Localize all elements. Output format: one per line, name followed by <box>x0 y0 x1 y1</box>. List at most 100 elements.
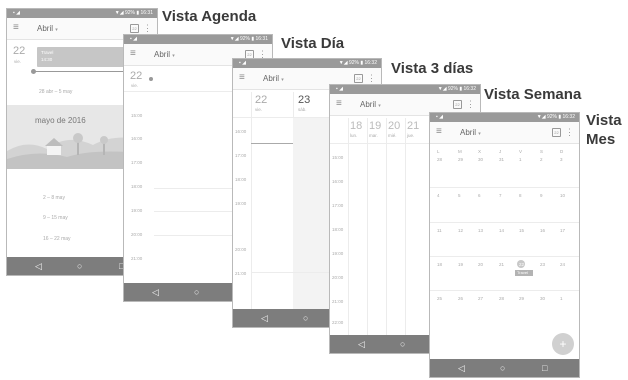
month-selector[interactable]: Abril ▾ <box>154 50 175 61</box>
day-cell[interactable]: 1 <box>519 157 522 162</box>
menu-icon[interactable]: ≡ <box>13 23 19 33</box>
add-event-button[interactable]: + <box>552 333 574 355</box>
label-day-view: Vista Día <box>281 35 345 52</box>
day-cell[interactable]: 18 <box>437 262 442 267</box>
day-cell[interactable]: 11 <box>437 228 442 233</box>
month-selector[interactable]: Abril ▾ <box>263 74 284 85</box>
agenda-week[interactable]: 16 – 22 may <box>43 236 71 242</box>
column-divider <box>386 118 387 335</box>
day-cell[interactable]: 21 <box>499 262 504 267</box>
recents-icon[interactable]: □ <box>542 362 547 374</box>
day-cell-today[interactable]: 22 <box>519 262 524 267</box>
home-icon[interactable]: ○ <box>303 312 308 324</box>
week-divider <box>430 187 579 188</box>
day-cell[interactable]: 16 <box>540 228 545 233</box>
day-header-number[interactable]: 20 <box>388 120 400 132</box>
more-options-icon[interactable]: ⋮ <box>466 99 475 109</box>
day-header-number[interactable]: 23 <box>298 94 310 106</box>
more-options-icon[interactable]: ⋮ <box>143 23 152 33</box>
month-event-chip[interactable]: Travel <box>515 270 533 276</box>
day-cell[interactable]: 24 <box>560 262 565 267</box>
day-cell[interactable]: 25 <box>437 296 442 301</box>
day-cell[interactable]: 9 <box>540 193 543 198</box>
day-cell[interactable]: 17 <box>560 228 565 233</box>
back-icon[interactable]: ◁ <box>261 312 268 324</box>
home-icon[interactable]: ○ <box>500 362 505 374</box>
column-divider <box>367 118 368 335</box>
agenda-item[interactable]: 28 abr – 5 may <box>39 89 72 95</box>
day-header-number[interactable]: 19 <box>369 120 381 132</box>
more-options-icon[interactable]: ⋮ <box>367 73 376 83</box>
day-cell[interactable]: 1 <box>560 296 563 301</box>
day-cell[interactable]: 28 <box>499 296 504 301</box>
calendar-today-icon[interactable]: 22 <box>552 128 561 137</box>
day-cell[interactable]: 23 <box>540 262 545 267</box>
day-date-dow: vie. <box>131 83 139 88</box>
agenda-week[interactable]: 9 – 15 may <box>43 215 68 221</box>
back-icon[interactable]: ◁ <box>35 260 42 272</box>
time-label: 21:00 <box>332 299 344 304</box>
time-label: 19:00 <box>131 208 143 213</box>
day-header-dow: jue. <box>407 133 415 138</box>
chevron-down-icon: ▾ <box>55 27 58 33</box>
week-divider <box>430 222 579 223</box>
home-icon[interactable]: ○ <box>400 338 405 350</box>
calendar-today-icon[interactable]: 22 <box>354 74 363 83</box>
day-cell[interactable]: 8 <box>519 193 522 198</box>
day-header-number[interactable]: 18 <box>350 120 362 132</box>
menu-icon[interactable]: ≡ <box>436 127 442 137</box>
day-cell[interactable]: 29 <box>519 296 524 301</box>
time-label: 20:00 <box>131 232 143 237</box>
day-cell[interactable]: 5 <box>458 193 461 198</box>
month-selector[interactable]: Abril ▾ <box>360 100 381 111</box>
menu-icon[interactable]: ≡ <box>130 49 136 59</box>
now-indicator-line <box>251 143 293 144</box>
time-label: 17:00 <box>332 203 344 208</box>
day-cell[interactable]: 14 <box>499 228 504 233</box>
day-cell[interactable]: 29 <box>458 157 463 162</box>
month-selector[interactable]: Abril ▾ <box>460 128 481 139</box>
chevron-down-icon: ▾ <box>281 77 284 83</box>
day-header-number[interactable]: 21 <box>407 120 419 132</box>
day-cell[interactable]: 13 <box>478 228 483 233</box>
day-cell[interactable]: 30 <box>540 296 545 301</box>
more-options-icon[interactable]: ⋮ <box>565 127 574 137</box>
label-month-view-line2: Mes <box>586 131 616 148</box>
day-cell[interactable]: 15 <box>519 228 524 233</box>
status-bar: ▪ ◢ ▼◢ 92% ▮ 16:31 <box>124 35 272 44</box>
home-icon[interactable]: ○ <box>77 260 82 272</box>
calendar-today-icon[interactable]: 22 <box>453 100 462 109</box>
column-divider <box>251 92 252 309</box>
day-cell[interactable]: 6 <box>478 193 481 198</box>
phone-month-view: ▪ ◢ ▼◢ 92% ▮ 16:32 ≡ Abril ▾ 22 ⋮ L M X … <box>429 112 580 378</box>
month-selector[interactable]: Abril ▾ <box>37 24 58 35</box>
day-cell[interactable]: 19 <box>458 262 463 267</box>
day-cell[interactable]: 26 <box>458 296 463 301</box>
day-header-dow: vie. <box>255 107 263 112</box>
day-cell[interactable]: 28 <box>437 157 442 162</box>
day-cell[interactable]: 2 <box>540 157 543 162</box>
calendar-today-icon[interactable]: 22 <box>130 24 139 33</box>
day-cell[interactable]: 20 <box>478 262 483 267</box>
day-cell[interactable]: 27 <box>478 296 483 301</box>
back-icon[interactable]: ◁ <box>458 362 465 374</box>
agenda-week[interactable]: 2 – 8 may <box>43 195 65 201</box>
day-date-number: 22 <box>130 70 143 82</box>
day-header-number[interactable]: 22 <box>255 94 267 106</box>
agenda-date-dow: vie. <box>14 59 22 64</box>
day-cell[interactable]: 12 <box>458 228 463 233</box>
notification-icons: ▪ ◢ <box>336 86 344 92</box>
day-cell[interactable]: 4 <box>437 193 440 198</box>
day-cell[interactable]: 30 <box>478 157 483 162</box>
day-cell[interactable]: 3 <box>560 157 563 162</box>
menu-icon[interactable]: ≡ <box>239 73 245 83</box>
home-icon[interactable]: ○ <box>194 286 199 298</box>
day-cell[interactable]: 7 <box>499 193 502 198</box>
back-icon[interactable]: ◁ <box>358 338 365 350</box>
weekday-label: S <box>540 149 544 154</box>
day-cell[interactable]: 31 <box>499 157 504 162</box>
back-icon[interactable]: ◁ <box>152 286 159 298</box>
time-label: 16:00 <box>131 136 143 141</box>
menu-icon[interactable]: ≡ <box>336 99 342 109</box>
day-cell[interactable]: 10 <box>560 193 565 198</box>
